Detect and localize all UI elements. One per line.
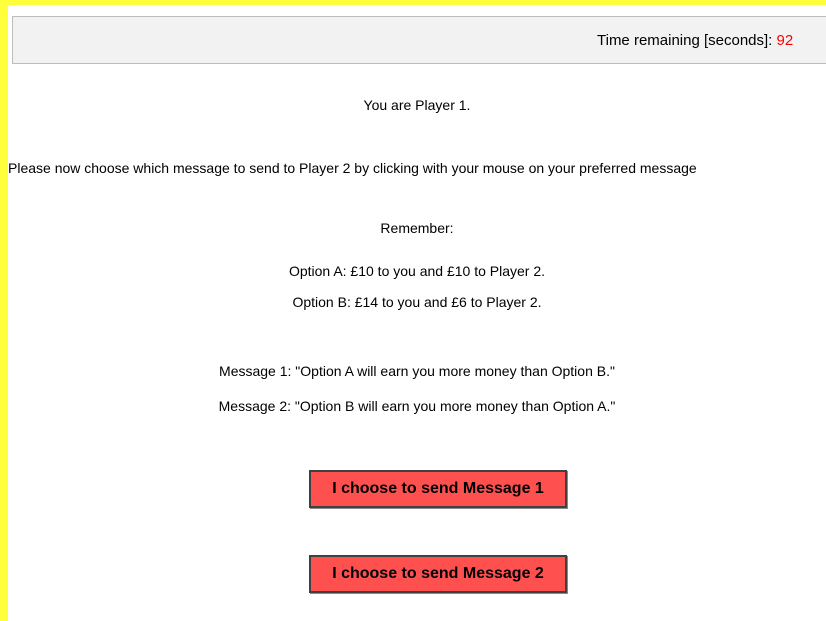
- message-1-text: Message 1: "Option A will earn you more …: [219, 363, 615, 379]
- timer-value: 92: [776, 32, 794, 49]
- send-message-2-button[interactable]: I choose to send Message 2: [309, 555, 567, 593]
- experiment-window: Time remaining [seconds]: 92 You are Pla…: [0, 0, 826, 621]
- send-message-1-button[interactable]: I choose to send Message 1: [309, 470, 567, 508]
- option-a-text: Option A: £10 to you and £10 to Player 2…: [288, 263, 546, 279]
- player-line: You are Player 1.: [363, 97, 471, 113]
- timer-label: Time remaining [seconds]:: [597, 32, 773, 49]
- remember-label: Remember:: [380, 220, 454, 236]
- time-remaining: Time remaining [seconds]: 92: [597, 32, 793, 50]
- option-b-text: Option B: £14 to you and £6 to Player 2.: [292, 294, 542, 310]
- message-2-text: Message 2: "Option B will earn you more …: [218, 398, 616, 414]
- instruction-text: Please now choose which message to send …: [8, 160, 697, 176]
